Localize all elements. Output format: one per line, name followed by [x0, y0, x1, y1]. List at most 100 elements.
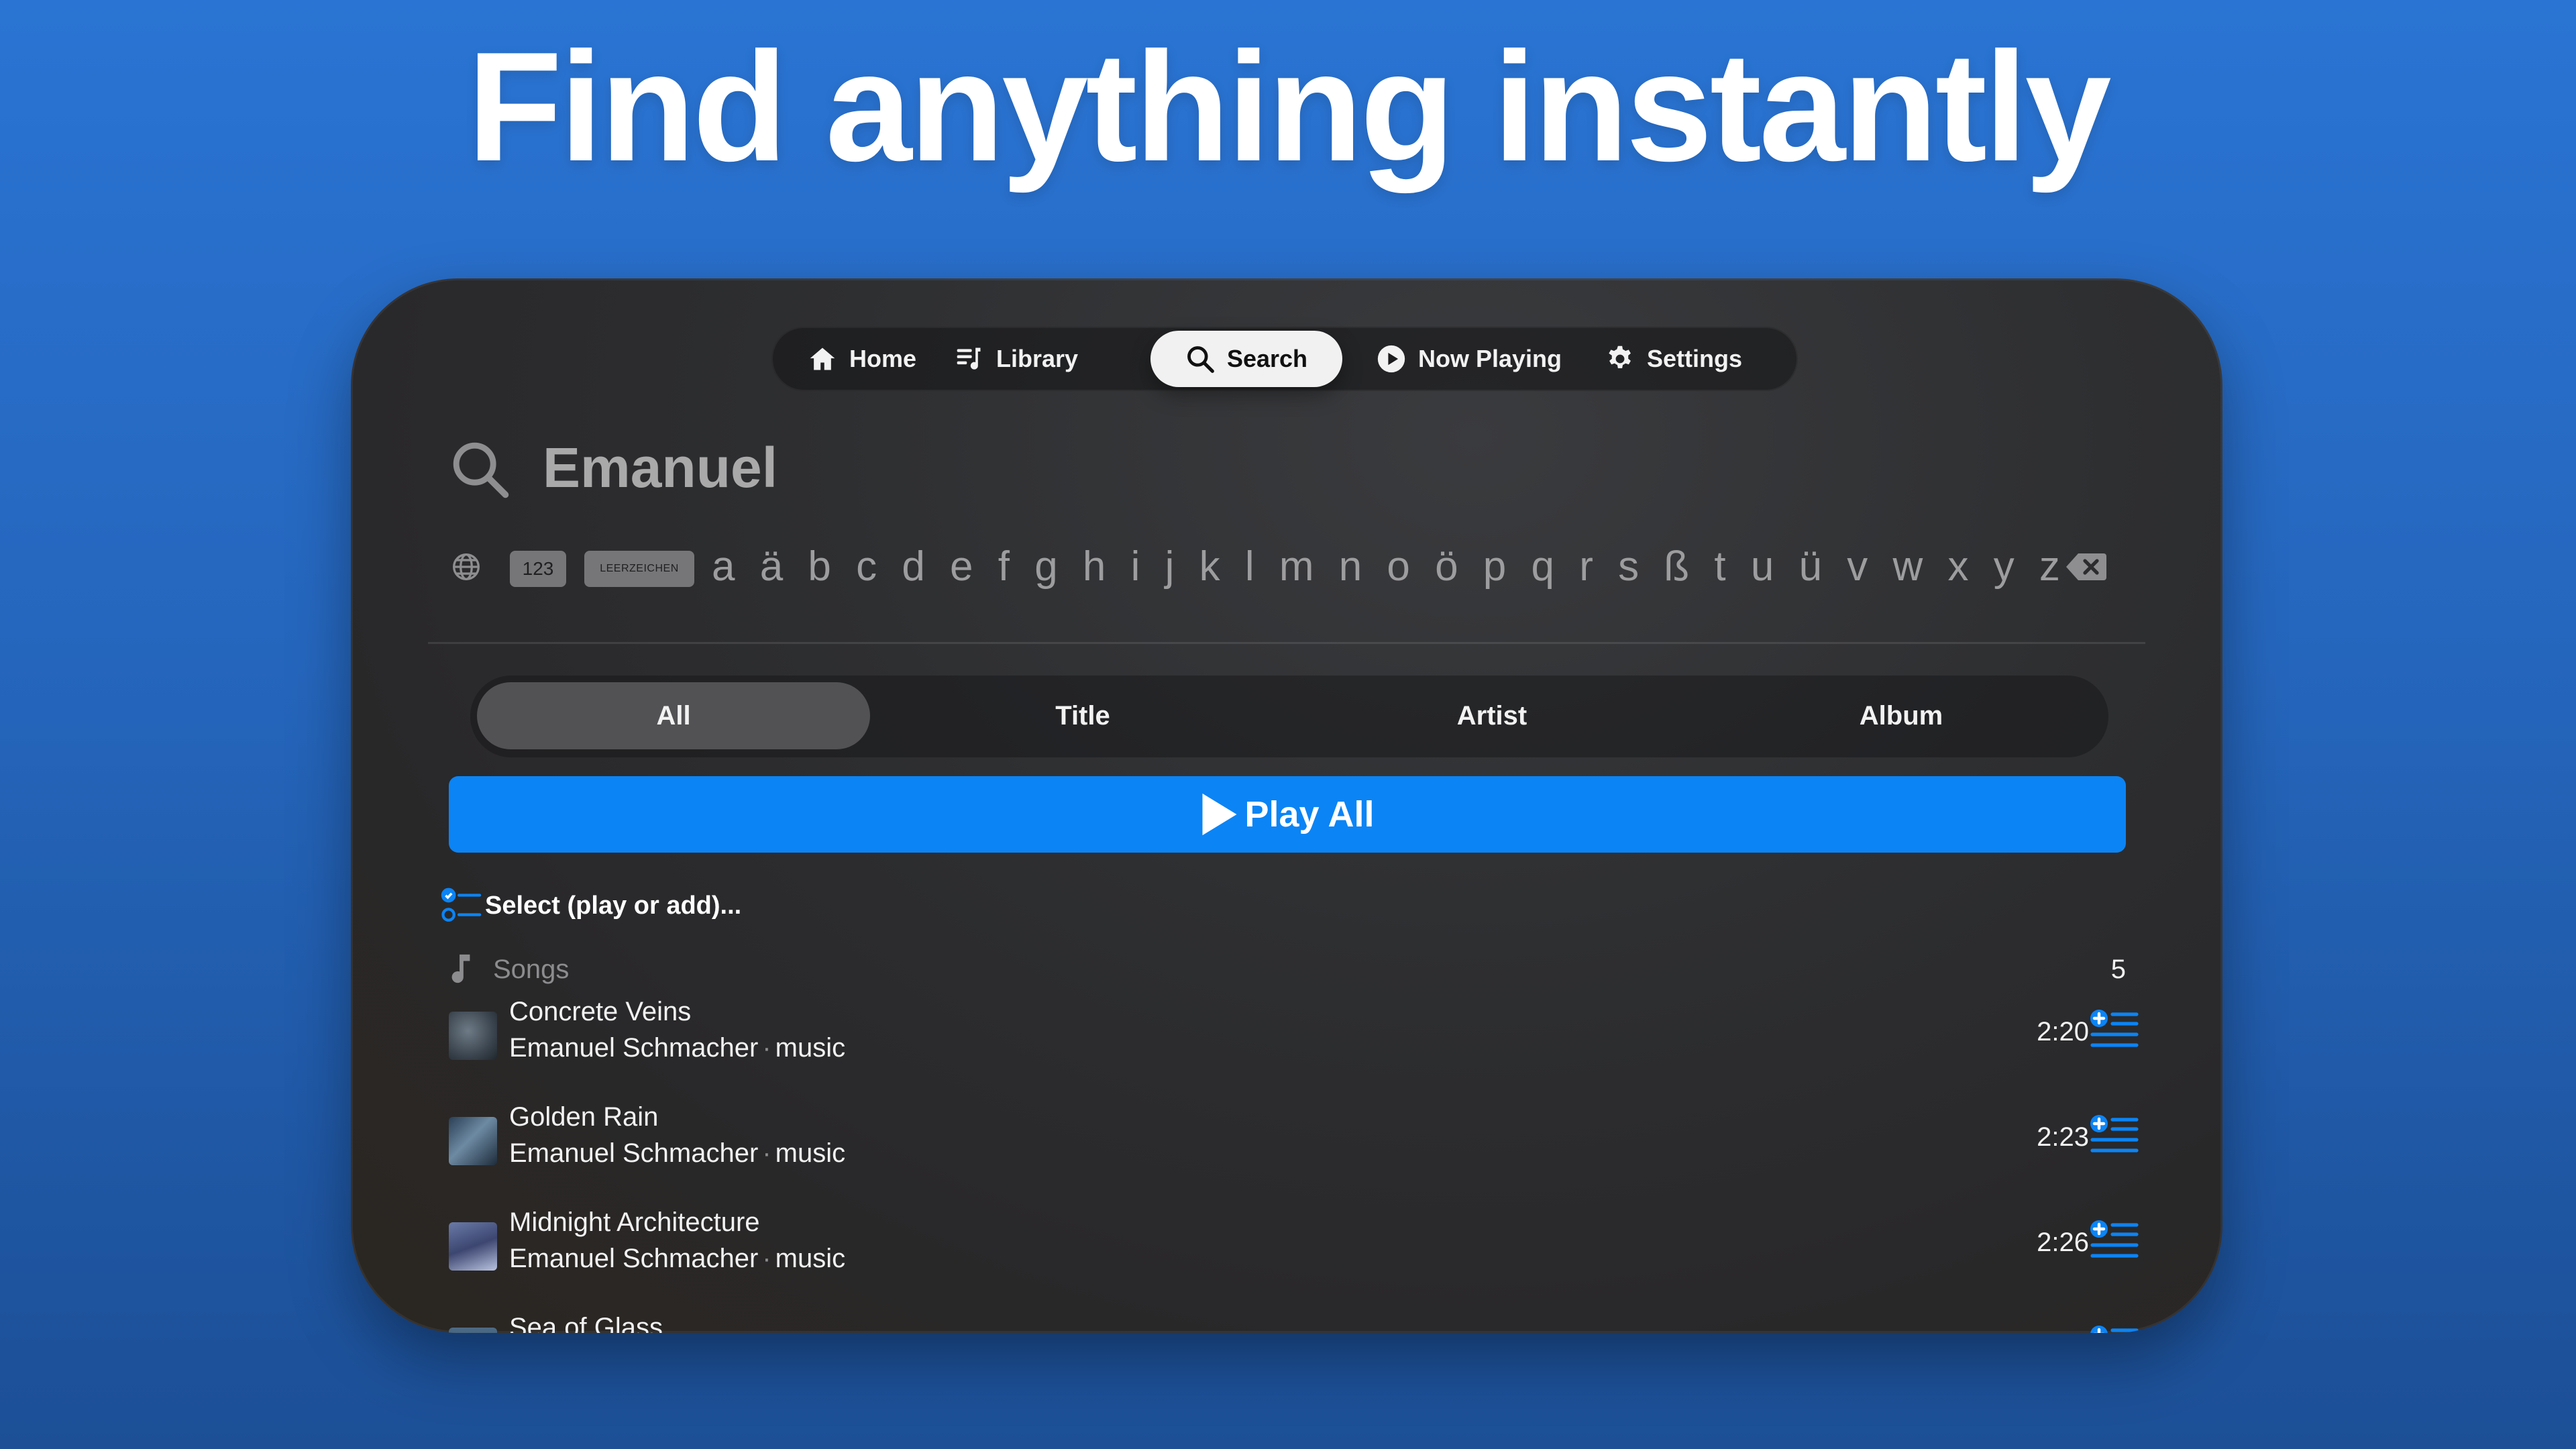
letter-key[interactable]: k: [1199, 533, 1220, 600]
letter-key[interactable]: h: [1083, 533, 1106, 600]
letter-key[interactable]: d: [902, 533, 924, 600]
letter-key[interactable]: c: [856, 533, 877, 600]
globe-icon[interactable]: [451, 552, 481, 582]
song-subtitle: Emanuel Schmacher · music: [509, 1134, 845, 1172]
delete-key-icon[interactable]: [2065, 551, 2108, 583]
letter-key[interactable]: g: [1034, 533, 1057, 600]
tab-label: Settings: [1646, 345, 1742, 372]
letter-key[interactable]: w: [1892, 533, 1923, 600]
select-button[interactable]: Select (play or add)...: [441, 882, 741, 929]
tab-label: Library: [996, 345, 1079, 372]
song-album: music: [775, 1138, 846, 1168]
letter-key[interactable]: v: [1847, 533, 1868, 600]
filter-album[interactable]: Album: [1705, 682, 2098, 749]
song-row[interactable]: Golden Rain Emanuel Schmacher · music 2:23: [449, 1098, 2139, 1179]
app-window: Home Library Search Now Playing Settings…: [351, 278, 2222, 1333]
letter-key[interactable]: z: [2039, 533, 2060, 600]
filter-segmented-control: All Title Artist Album: [470, 676, 2108, 757]
space-key[interactable]: LEERZEICHEN: [584, 551, 694, 587]
tab-label: Home: [849, 345, 917, 372]
letter-key[interactable]: f: [998, 533, 1010, 600]
song-title: Golden Rain: [509, 1102, 659, 1132]
letter-key[interactable]: n: [1339, 533, 1362, 600]
keyboard-row: 123 LEERZEICHEN a ä b c d e f g h i j k …: [451, 533, 2149, 600]
song-artist: Emanuel Schmacher: [509, 1033, 759, 1063]
add-to-queue-icon[interactable]: [2088, 1008, 2139, 1053]
letter-key[interactable]: r: [1579, 533, 1593, 600]
play-icon: [1202, 793, 1237, 836]
house-icon: [810, 347, 835, 370]
song-subtitle: Emanuel Schmacher · music: [509, 1029, 845, 1067]
letter-key[interactable]: ö: [1435, 533, 1458, 600]
separator: ·: [762, 1244, 771, 1273]
letter-key[interactable]: t: [1714, 533, 1725, 600]
separator: ·: [762, 1033, 771, 1063]
headline: Find anything instantly: [467, 20, 2111, 194]
song-duration: 2:23: [2037, 1122, 2089, 1152]
play-all-button[interactable]: Play All: [449, 776, 2126, 853]
letter-key[interactable]: j: [1165, 533, 1175, 600]
tab-home[interactable]: Home: [792, 331, 932, 387]
songs-count: 5: [2110, 955, 2126, 984]
tab-bar: Home Library Search Now Playing Settings: [771, 327, 1798, 391]
song-title: Midnight Architecture: [509, 1208, 760, 1237]
letter-key[interactable]: a: [712, 533, 735, 600]
letter-key[interactable]: u: [1751, 533, 1774, 600]
gear-icon: [1609, 345, 1631, 368]
add-to-queue-icon[interactable]: [2088, 1218, 2139, 1264]
letter-key[interactable]: o: [1387, 533, 1409, 600]
album-artwork: [449, 1222, 497, 1271]
letter-key[interactable]: y: [1994, 533, 2015, 600]
song-title: Sea of Glass: [509, 1313, 663, 1333]
magnifier-icon: [1187, 346, 1214, 373]
play-all-label: Play All: [1244, 794, 1375, 835]
song-row[interactable]: Sea of Glass: [449, 1309, 2139, 1333]
song-row[interactable]: Concrete Veins Emanuel Schmacher · music 2…: [449, 993, 2139, 1073]
letter-key[interactable]: i: [1131, 533, 1140, 600]
play-circle-icon: [1377, 345, 1405, 373]
filter-title[interactable]: Title: [886, 682, 1279, 749]
song-subtitle: Emanuel Schmacher · music: [509, 1240, 845, 1277]
add-to-queue-icon[interactable]: [2088, 1113, 2139, 1159]
letter-keys: a ä b c d e f g h i j k l m n o ö p q r …: [712, 533, 2060, 600]
music-list-icon: [957, 347, 981, 370]
filter-artist[interactable]: Artist: [1295, 682, 1688, 749]
album-artwork: [449, 1012, 497, 1060]
letter-key[interactable]: ä: [760, 533, 783, 600]
divider: [428, 642, 2145, 644]
checklist-icon: [441, 888, 482, 922]
music-note-icon: [451, 954, 470, 983]
add-to-queue-icon[interactable]: [2088, 1324, 2139, 1333]
tab-search[interactable]: Search: [1150, 331, 1342, 387]
song-album: music: [775, 1244, 846, 1273]
album-artwork: [449, 1117, 497, 1165]
separator: ·: [762, 1138, 771, 1168]
select-label: Select (play or add)...: [485, 891, 742, 920]
letter-key[interactable]: q: [1532, 533, 1554, 600]
letter-key[interactable]: ü: [1799, 533, 1822, 600]
filter-all[interactable]: All: [477, 682, 870, 749]
letter-key[interactable]: p: [1483, 533, 1506, 600]
tab-now-playing[interactable]: Now Playing: [1362, 331, 1576, 387]
letter-key[interactable]: e: [950, 533, 973, 600]
letter-key[interactable]: x: [1947, 533, 1968, 600]
song-duration: 2:20: [2037, 1017, 2089, 1046]
songs-label: Songs: [493, 955, 570, 984]
song-artist: Emanuel Schmacher: [509, 1138, 759, 1168]
letter-key[interactable]: l: [1245, 533, 1254, 600]
tab-settings[interactable]: Settings: [1590, 331, 1758, 387]
numbers-key[interactable]: 123: [510, 551, 566, 587]
tab-label: Now Playing: [1417, 345, 1562, 372]
song-duration: 2:26: [2037, 1228, 2089, 1257]
song-row[interactable]: Midnight Architecture Emanuel Schmacher ·…: [449, 1203, 2139, 1284]
letter-key[interactable]: m: [1279, 533, 1314, 600]
song-album: music: [775, 1033, 846, 1063]
tab-library[interactable]: Library: [939, 331, 1093, 387]
search-icon: [453, 442, 509, 498]
search-input[interactable]: Emanuel: [543, 434, 777, 501]
letter-key[interactable]: s: [1618, 533, 1639, 600]
song-title: Concrete Veins: [509, 997, 692, 1026]
song-artist: Emanuel Schmacher: [509, 1244, 759, 1273]
letter-key[interactable]: ß: [1664, 533, 1689, 600]
letter-key[interactable]: b: [808, 533, 830, 600]
